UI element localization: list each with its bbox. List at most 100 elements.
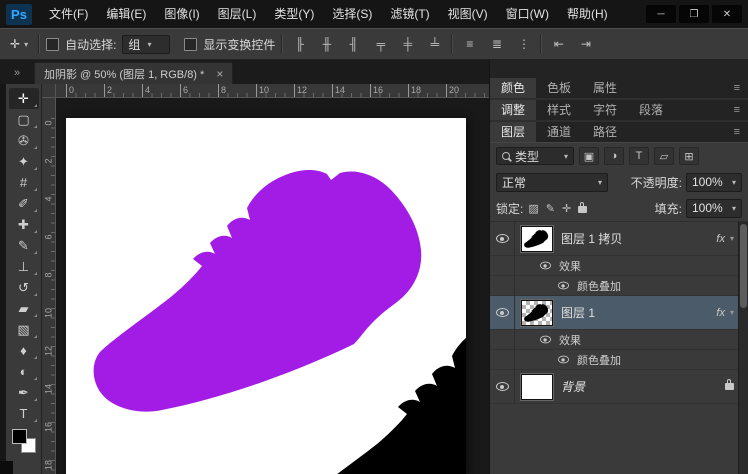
eraser-tool-button[interactable]: ▰ bbox=[9, 298, 39, 319]
visibility-cell[interactable] bbox=[490, 296, 515, 329]
tab-adjustments[interactable]: 调整 bbox=[490, 100, 536, 120]
gradient-tool-button[interactable]: ▧ bbox=[9, 319, 39, 340]
tool-preset-picker[interactable]: ✛ ▾ bbox=[6, 37, 32, 51]
panel-menu-icon[interactable]: ≡ bbox=[734, 100, 748, 120]
crop-tool-button[interactable]: # bbox=[9, 172, 39, 193]
blend-mode-dropdown[interactable]: 正常 ▾ bbox=[496, 173, 608, 192]
clone-stamp-tool-button[interactable]: ⊥ bbox=[9, 256, 39, 277]
layer-filter-type-dropdown[interactable]: 类型 ▾ bbox=[496, 147, 574, 165]
menu-edit[interactable]: 编辑(E) bbox=[97, 0, 155, 28]
visibility-cell[interactable] bbox=[490, 370, 515, 403]
eye-icon[interactable] bbox=[496, 308, 509, 317]
menu-window[interactable]: 窗口(W) bbox=[497, 0, 558, 28]
menu-layer[interactable]: 图层(L) bbox=[209, 0, 266, 28]
menu-image[interactable]: 图像(I) bbox=[155, 0, 208, 28]
panel-menu-icon[interactable]: ≡ bbox=[734, 122, 748, 142]
tab-swatches[interactable]: 色板 bbox=[536, 78, 582, 98]
close-button[interactable]: ✕ bbox=[712, 5, 742, 23]
quick-selection-tool-button[interactable]: ✦ bbox=[9, 151, 39, 172]
align-right-edges-button[interactable]: ╢ bbox=[343, 34, 364, 54]
menu-filter[interactable]: 滤镜(T) bbox=[381, 0, 438, 28]
menu-view[interactable]: 视图(V) bbox=[439, 0, 497, 28]
move-tool-button[interactable]: ✛ bbox=[9, 88, 39, 109]
menu-help[interactable]: 帮助(H) bbox=[558, 0, 617, 28]
type-tool-button[interactable]: T bbox=[9, 403, 39, 424]
layer-name[interactable]: 图层 1 bbox=[561, 304, 716, 321]
dodge-tool-button[interactable]: ◐ bbox=[9, 361, 39, 382]
eye-icon[interactable] bbox=[540, 262, 551, 270]
pen-tool-button[interactable]: ✒ bbox=[9, 382, 39, 403]
lasso-tool-button[interactable]: ✇ bbox=[9, 130, 39, 151]
eye-icon[interactable] bbox=[558, 282, 569, 290]
eyedropper-tool-button[interactable]: ✐ bbox=[9, 193, 39, 214]
color-swatches[interactable] bbox=[12, 429, 36, 453]
color-overlay-label[interactable]: 颜色叠加 bbox=[577, 278, 621, 294]
brush-tool-button[interactable]: ✎ bbox=[9, 235, 39, 256]
color-overlay-row[interactable]: 颜色叠加 bbox=[490, 276, 748, 296]
lock-position-icon[interactable]: ✛ bbox=[562, 202, 571, 215]
filter-smart-object-button[interactable]: ⊞ bbox=[679, 147, 699, 165]
layer-row-layer1[interactable]: 图层 1 fx ▾ bbox=[490, 296, 748, 330]
opacity-value-dropdown[interactable]: 100% ▾ bbox=[686, 173, 742, 192]
layer-row-layer1-copy[interactable]: 图层 1 拷贝 fx ▾ bbox=[490, 222, 748, 256]
effects-label[interactable]: 效果 bbox=[559, 258, 581, 274]
menu-select[interactable]: 选择(S) bbox=[323, 0, 381, 28]
collapse-chevron-icon[interactable]: » bbox=[0, 62, 34, 84]
document-canvas[interactable] bbox=[66, 118, 466, 474]
maximize-button[interactable]: ❐ bbox=[679, 5, 709, 23]
auto-select-checkbox[interactable] bbox=[46, 38, 59, 51]
eye-icon[interactable] bbox=[496, 234, 509, 243]
filter-adjustment-layers-button[interactable]: ◑ bbox=[604, 147, 624, 165]
filter-shape-layers-button[interactable]: ▱ bbox=[654, 147, 674, 165]
fx-collapse-icon[interactable]: ▾ bbox=[730, 234, 734, 243]
distribute-right-edges-button[interactable]: ⇥ bbox=[575, 34, 596, 54]
fx-badge[interactable]: fx bbox=[716, 307, 725, 319]
filter-type-layers-button[interactable]: T bbox=[629, 147, 649, 165]
scrollbar-thumb[interactable] bbox=[740, 224, 747, 308]
menu-file[interactable]: 文件(F) bbox=[40, 0, 97, 28]
align-bottom-edges-button[interactable]: ╧ bbox=[424, 34, 445, 54]
tab-properties[interactable]: 属性 bbox=[582, 78, 628, 98]
marquee-tool-button[interactable]: ▢ bbox=[9, 109, 39, 130]
fill-value-dropdown[interactable]: 100% ▾ bbox=[686, 199, 742, 218]
tab-paths[interactable]: 路径 bbox=[582, 122, 628, 142]
panel-menu-icon[interactable]: ≡ bbox=[734, 78, 748, 98]
distribute-vertical-centers-button[interactable]: ≣ bbox=[486, 34, 507, 54]
distribute-top-edges-button[interactable]: ≡ bbox=[459, 34, 480, 54]
color-overlay-row[interactable]: 颜色叠加 bbox=[490, 350, 748, 370]
layer-name[interactable]: 背景 bbox=[561, 378, 725, 395]
canvas-viewport[interactable] bbox=[56, 98, 489, 474]
fx-collapse-icon[interactable]: ▾ bbox=[730, 308, 734, 317]
color-overlay-label[interactable]: 颜色叠加 bbox=[577, 352, 621, 368]
tab-layers[interactable]: 图层 bbox=[490, 122, 536, 142]
tab-channels[interactable]: 通道 bbox=[536, 122, 582, 142]
filter-pixel-layers-button[interactable]: ▣ bbox=[579, 147, 599, 165]
auto-select-dropdown[interactable]: 组 ▾ bbox=[122, 35, 170, 54]
eye-icon[interactable] bbox=[540, 336, 551, 344]
layer-thumbnail[interactable] bbox=[521, 300, 553, 326]
layers-scrollbar[interactable] bbox=[738, 222, 748, 474]
layer-thumbnail[interactable] bbox=[521, 226, 553, 252]
fx-badge[interactable]: fx bbox=[716, 233, 725, 245]
align-horizontal-centers-button[interactable]: ╫ bbox=[316, 34, 337, 54]
lock-transparency-icon[interactable]: ▨ bbox=[528, 202, 538, 215]
effects-row[interactable]: 效果 bbox=[490, 256, 748, 276]
visibility-cell[interactable] bbox=[490, 222, 515, 255]
layer-name[interactable]: 图层 1 拷贝 bbox=[561, 230, 716, 247]
align-top-edges-button[interactable]: ╤ bbox=[370, 34, 391, 54]
effects-label[interactable]: 效果 bbox=[559, 332, 581, 348]
document-tab[interactable]: 加阴影 @ 50% (图层 1, RGB/8) * × bbox=[34, 62, 233, 84]
minimize-button[interactable]: ─ bbox=[646, 5, 676, 23]
distribute-left-edges-button[interactable]: ⇤ bbox=[548, 34, 569, 54]
align-vertical-centers-button[interactable]: ╪ bbox=[397, 34, 418, 54]
tab-close-icon[interactable]: × bbox=[216, 67, 223, 81]
menu-type[interactable]: 类型(Y) bbox=[265, 0, 323, 28]
foreground-color-swatch[interactable] bbox=[12, 429, 27, 444]
show-transform-checkbox[interactable] bbox=[184, 38, 197, 51]
history-brush-tool-button[interactable]: ↺ bbox=[9, 277, 39, 298]
lock-all-icon[interactable] bbox=[578, 206, 587, 213]
eye-icon[interactable] bbox=[558, 356, 569, 364]
tab-color[interactable]: 颜色 bbox=[490, 78, 536, 98]
tab-paragraph[interactable]: 段落 bbox=[628, 100, 674, 120]
tab-styles[interactable]: 样式 bbox=[536, 100, 582, 120]
